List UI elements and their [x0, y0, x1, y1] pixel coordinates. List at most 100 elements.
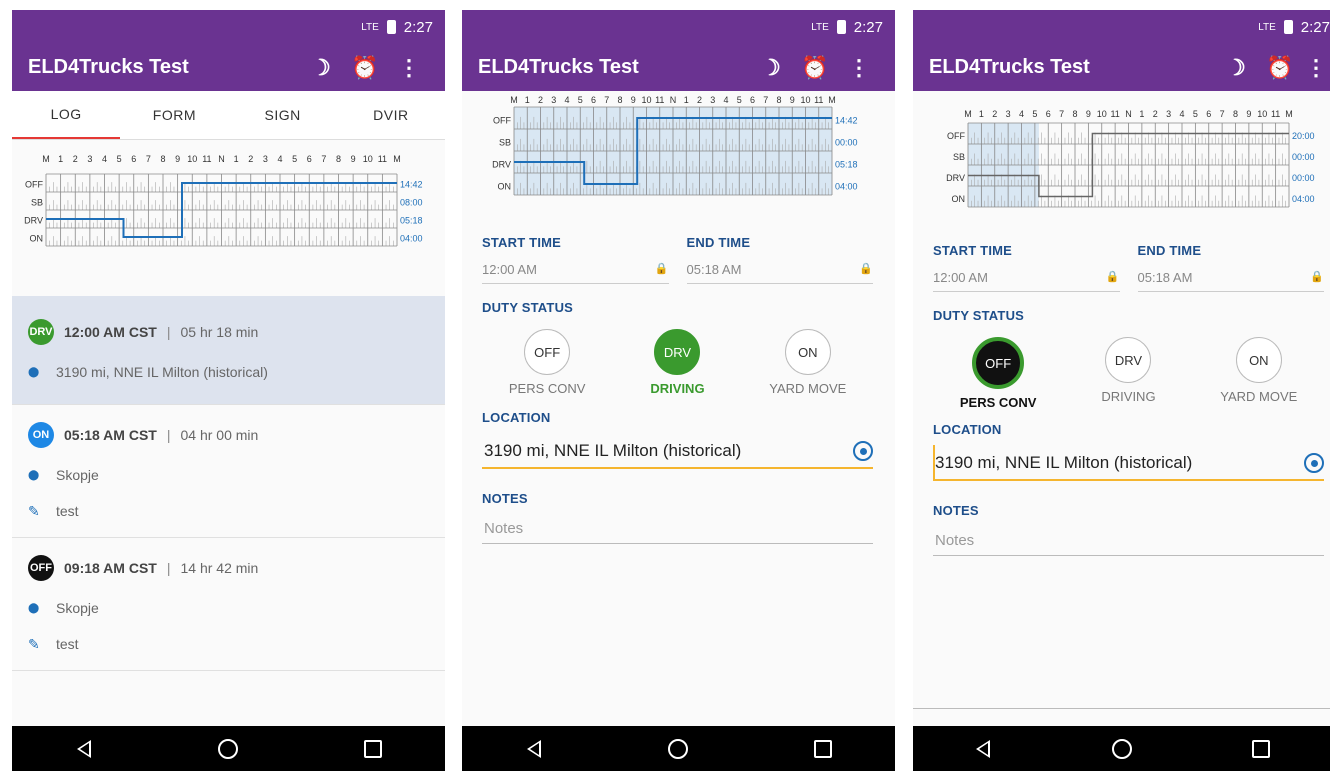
row-label: OFF	[493, 116, 511, 126]
entry-location: Skopje	[56, 467, 99, 483]
nav-home-button[interactable]	[208, 738, 248, 759]
duty-option-drv[interactable]: DRV DRIVING	[622, 329, 732, 396]
my-location-icon[interactable]	[1304, 453, 1324, 473]
my-location-icon[interactable]	[853, 441, 873, 461]
recents-icon	[363, 739, 382, 758]
start-time-field[interactable]: 12:00 AM 🔒	[482, 256, 669, 284]
hour-label: M	[964, 109, 972, 119]
hour-label: 5	[1193, 109, 1198, 119]
hour-label: 6	[750, 95, 755, 105]
end-time-field[interactable]: 05:18 AM 🔒	[1137, 264, 1324, 292]
entry-note: test	[56, 636, 79, 652]
duty-option-on[interactable]: ON YARD MOVE	[1204, 337, 1314, 410]
more-vert-icon[interactable]: ⋮	[387, 55, 431, 81]
nav-back-button[interactable]	[963, 739, 1003, 758]
nav-recents-button[interactable]	[353, 739, 393, 758]
notes-input[interactable]: Notes	[482, 512, 873, 544]
duty-off-button[interactable]: OFF	[524, 329, 571, 375]
app-bar: ELD4Trucks Test ☽ ⏰ ⋮	[12, 44, 445, 91]
hour-label: 10	[1097, 109, 1107, 119]
duty-drv-label: DRIVING	[1101, 389, 1156, 404]
hour-label: 9	[631, 95, 636, 105]
status-bar: LTE 2:27	[12, 10, 445, 44]
row-total: 04:00	[1292, 194, 1315, 204]
entry-note-line: ✎ test	[28, 493, 429, 529]
nav-back-button[interactable]	[514, 739, 554, 758]
hour-label: 6	[307, 154, 312, 164]
moon-icon[interactable]: ☽	[1214, 55, 1258, 81]
nav-recents-button[interactable]	[803, 739, 843, 758]
duty-option-off[interactable]: OFF PERS CONV	[943, 337, 1053, 410]
moon-icon[interactable]: ☽	[749, 55, 793, 81]
edit-event-form: START TIME 12:00 AM 🔒 END TIME 05:18 AM 🔒 …	[462, 235, 895, 544]
duty-status-selector: OFF PERS CONV DRV DRIVING ON YARD MOVE	[482, 329, 873, 396]
row-total: 14:42	[835, 116, 858, 126]
tab-form[interactable]: FORM	[120, 91, 228, 139]
duty-option-off[interactable]: OFF PERS CONV	[492, 329, 602, 396]
start-time-label: START TIME	[933, 243, 1013, 258]
duty-log-grid: M 1 2 3 4 5 6 7 8 9 10 11 N 1 2 3 4 5 6 7 8 9 10 11 MOFF 14:42SB 0…	[492, 95, 858, 196]
nav-back-button[interactable]	[64, 739, 104, 758]
hour-label: 5	[737, 95, 742, 105]
home-icon	[1111, 738, 1132, 759]
nav-home-button[interactable]	[658, 738, 698, 759]
entry-location: Skopje	[56, 600, 99, 616]
start-time-field[interactable]: 12:00 AM 🔒	[933, 264, 1120, 292]
end-time-value: 05:18 AM	[1137, 270, 1193, 285]
hour-label: 5	[292, 154, 297, 164]
start-time-value: 12:00 AM	[482, 262, 537, 277]
duty-log-chart[interactable]: M 1 2 3 4 5 6 7 8 9 10 11 N 1 2 3 4 5 6 7 8 9 10 11 M OFF 14:42 SB 0…	[462, 91, 895, 221]
alarm-icon[interactable]: ⏰	[343, 55, 387, 81]
more-vert-icon[interactable]: ⋮	[1302, 55, 1330, 81]
moon-icon[interactable]: ☽	[299, 55, 343, 81]
phone-log-screen: LTE 2:27 ELD4Trucks Test ☽ ⏰ ⋮ LOG FORM …	[12, 10, 445, 771]
entry-location: 3190 mi, NNE IL Milton (historical)	[56, 364, 268, 380]
entry-start-time: 12:00 AM CST	[64, 324, 157, 340]
hour-label: 1	[1139, 109, 1144, 119]
row-label: ON	[498, 182, 512, 192]
duty-log-chart[interactable]: M 1 2 3 4 5 6 7 8 9 10 11 N 1 2 3 4 5 6 7 8 9 10 11 M OFF 20:00 SB 0…	[913, 91, 1330, 229]
log-entry[interactable]: ON 05:18 AM CST | 04 hr 00 min ⬤ Skopje ✎ test	[12, 405, 445, 538]
duty-off-button[interactable]: OFF	[972, 337, 1025, 389]
location-input[interactable]: 3190 mi, NNE IL Milton (historical)	[933, 445, 1324, 481]
duty-on-button[interactable]: ON	[784, 329, 831, 375]
duty-log-chart[interactable]: M 1 2 3 4 5 6 7 8 9 10 11 N 1 2 3 4 5 6 7 8 9 10 11 M OFF 14:42 SB 0…	[12, 140, 445, 270]
tab-dvir[interactable]: DVIR	[337, 91, 445, 139]
separator: |	[166, 560, 171, 576]
duty-option-drv[interactable]: DRV DRIVING	[1073, 337, 1183, 410]
end-time-field[interactable]: 05:18 AM 🔒	[686, 256, 873, 284]
hour-label: 8	[617, 95, 622, 105]
duty-on-button[interactable]: ON	[1235, 337, 1282, 383]
log-entry-list: DRV 12:00 AM CST | 05 hr 18 min ⬤ 3190 mi, NN…	[12, 296, 445, 671]
hour-label: 7	[763, 95, 768, 105]
duty-off-label: PERS CONV	[508, 381, 586, 396]
entry-duration: 05 hr 18 min	[180, 324, 259, 340]
more-vert-icon[interactable]: ⋮	[837, 55, 881, 81]
battery-icon	[836, 20, 846, 34]
tab-log[interactable]: LOG	[12, 91, 121, 139]
home-icon	[668, 738, 689, 759]
status-bar: LTE 2:27	[462, 10, 895, 44]
alarm-icon[interactable]: ⏰	[1258, 55, 1302, 81]
log-entry[interactable]: OFF 09:18 AM CST | 14 hr 42 min ⬤ Skopje ✎ test	[12, 538, 445, 671]
duty-drv-button[interactable]: DRV	[654, 329, 701, 375]
alarm-icon[interactable]: ⏰	[793, 55, 837, 81]
hour-label: M	[1285, 109, 1293, 119]
hour-label: 9	[790, 95, 795, 105]
back-icon	[527, 739, 542, 758]
entry-duration: 04 hr 00 min	[180, 427, 259, 443]
hour-label: 5	[1032, 109, 1037, 119]
nav-home-button[interactable]	[1102, 738, 1142, 759]
log-entry[interactable]: DRV 12:00 AM CST | 05 hr 18 min ⬤ 3190 mi, NN…	[12, 296, 445, 405]
hour-label: 4	[1019, 109, 1024, 119]
location-input[interactable]: 3190 mi, NNE IL Milton (historical)	[482, 433, 873, 469]
nav-recents-button[interactable]	[1241, 739, 1281, 758]
separator: |	[166, 427, 171, 443]
duty-on-label: YARD MOVE	[769, 381, 847, 396]
tab-sign[interactable]: SIGN	[229, 91, 337, 139]
duty-option-on[interactable]: ON YARD MOVE	[753, 329, 863, 396]
duty-drv-button[interactable]: DRV	[1105, 337, 1152, 383]
app-title: ELD4Trucks Test	[478, 56, 639, 78]
duty-status-badge: OFF	[28, 555, 54, 581]
notes-input[interactable]: Notes	[933, 524, 1324, 556]
